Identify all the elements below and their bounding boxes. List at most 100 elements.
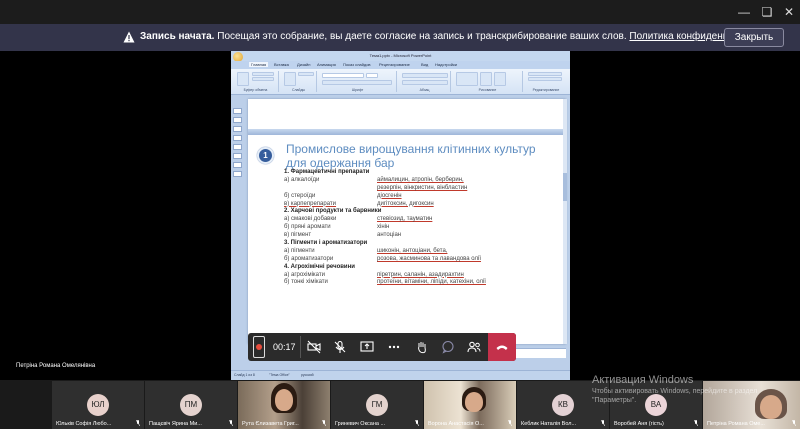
ppt-tab[interactable]: Главная bbox=[249, 62, 269, 67]
more-options-button[interactable] bbox=[380, 333, 408, 361]
shapes-gallery[interactable] bbox=[456, 72, 478, 86]
participant-name: Воробей Аня (гість) bbox=[614, 421, 664, 427]
ppt-tab[interactable]: Анимация bbox=[317, 62, 336, 67]
list-item: б) ароматизатори розова, жасминова та лав… bbox=[284, 255, 481, 262]
hang-up-icon bbox=[496, 345, 508, 350]
participant-video-face bbox=[465, 392, 483, 412]
ribbon-group-editing: Редактирование bbox=[525, 71, 567, 92]
mic-muted-icon bbox=[322, 420, 326, 426]
ppt-tab[interactable]: Вставка bbox=[274, 62, 289, 67]
avatar: ГМ bbox=[366, 394, 388, 416]
replace-button[interactable] bbox=[528, 77, 562, 81]
hand-icon bbox=[418, 342, 426, 354]
mic-muted-icon bbox=[508, 420, 512, 426]
list-item: резерпін, вінкристин, вінбластин bbox=[377, 184, 468, 191]
banner-text: Запись начата. Посещая это собрание, вы … bbox=[140, 31, 777, 42]
participants-button[interactable] bbox=[460, 333, 488, 361]
slide-thumbnail[interactable] bbox=[233, 126, 242, 132]
slide-thumbnail[interactable] bbox=[233, 135, 242, 141]
avatar: ЮЛ bbox=[87, 394, 109, 416]
ppt-ribbon: Буфер обмена Слайды Шрифт Абзац Рисовани… bbox=[231, 69, 570, 95]
list-item: а) пігменти шиконін, антоціани, бета, bbox=[284, 247, 448, 254]
avatar: КВ bbox=[552, 394, 574, 416]
list-item: б) стероїди діосгенін bbox=[284, 192, 402, 199]
maximize-icon[interactable]: ❏ bbox=[759, 4, 775, 20]
meeting-timer: 00:17 bbox=[273, 342, 296, 352]
section-heading: 3. Пігменти і ароматизатори bbox=[284, 240, 368, 247]
slide-thumbnail[interactable] bbox=[233, 108, 242, 114]
chat-icon bbox=[442, 340, 454, 354]
ppt-tab[interactable]: Рецензирование bbox=[379, 62, 410, 67]
font-family-select[interactable] bbox=[322, 73, 364, 78]
shared-screen: Тема1.pptx - Microsoft PowerPoint Главна… bbox=[231, 51, 570, 380]
list-item: а) агрохімікати піретрин, саланін, азадир… bbox=[284, 271, 464, 278]
raise-hand-button[interactable] bbox=[408, 333, 436, 361]
participant-name: Петріна Романа Оме... bbox=[707, 421, 765, 427]
status-theme: "Тема Office" bbox=[269, 373, 290, 377]
arrange-button[interactable] bbox=[480, 72, 492, 86]
paragraph-buttons[interactable] bbox=[402, 73, 448, 78]
font-format-buttons[interactable] bbox=[322, 80, 392, 85]
close-banner-button[interactable]: Закрыть bbox=[724, 28, 784, 47]
scrollbar-thumb[interactable] bbox=[563, 173, 567, 201]
participant-video-tile[interactable]: Рута Єлизавета Григ... bbox=[238, 381, 330, 429]
activation-title: Активация Windows bbox=[592, 374, 694, 386]
camera-off-button[interactable] bbox=[300, 333, 328, 361]
quick-styles-button[interactable] bbox=[494, 72, 506, 86]
participant-name: Кеблик Наталія Вол... bbox=[521, 421, 577, 427]
font-size-select[interactable] bbox=[366, 73, 378, 78]
ppt-tab[interactable]: Показ слайдов bbox=[343, 62, 371, 67]
mic-off-button[interactable] bbox=[326, 333, 354, 361]
cut-button[interactable] bbox=[252, 72, 274, 76]
leave-call-button[interactable] bbox=[488, 333, 516, 361]
paste-button[interactable] bbox=[237, 72, 249, 86]
slide-scrollbar[interactable] bbox=[563, 99, 567, 344]
list-item: б) тонкі хімікати протеїни, вітаміни, ліп… bbox=[284, 279, 486, 286]
banner-title: Запись начата. bbox=[140, 31, 215, 42]
list-item: а) смакові добавки стевіозид, тауматин bbox=[284, 216, 433, 223]
slide-thumbnail[interactable] bbox=[233, 144, 242, 150]
participant-video-tile[interactable]: Ворона Анастасія О... bbox=[424, 381, 516, 429]
mic-muted-icon bbox=[136, 420, 140, 426]
participant-name: Рута Єлизавета Григ... bbox=[242, 421, 299, 427]
ribbon-group-paragraph: Абзац bbox=[399, 71, 451, 92]
slide-thumbnail[interactable] bbox=[233, 162, 242, 168]
share-screen-button[interactable] bbox=[353, 333, 381, 361]
align-buttons[interactable] bbox=[402, 80, 448, 85]
warning-icon bbox=[123, 31, 135, 43]
minimize-icon[interactable]: — bbox=[736, 4, 752, 20]
close-icon[interactable]: ✕ bbox=[781, 4, 797, 20]
mic-off-icon bbox=[334, 340, 346, 353]
layout-button[interactable] bbox=[298, 72, 314, 76]
new-slide-button[interactable] bbox=[284, 72, 296, 86]
slide-thumbnail[interactable] bbox=[233, 117, 242, 123]
activation-subtitle: Чтобы активировать Windows, перейдите в … bbox=[592, 388, 758, 404]
current-slide[interactable]: 1 Промислове вирощування клітинних культ… bbox=[248, 99, 566, 344]
copy-button[interactable] bbox=[252, 77, 274, 81]
section-heading: 4. Агрохімічні речовини bbox=[284, 263, 355, 270]
mic-muted-icon bbox=[601, 420, 605, 426]
ribbon-group-label: Слайды bbox=[291, 88, 306, 92]
recording-banner: Запись начата. Посещая это собрание, вы … bbox=[0, 24, 800, 51]
windows-activation-watermark: Активация Windows Чтобы активировать Win… bbox=[592, 374, 792, 405]
mic-muted-icon bbox=[694, 420, 698, 426]
ribbon-group-drawing: Рисование bbox=[453, 71, 523, 92]
ribbon-group-label: Буфер обмена bbox=[243, 88, 268, 92]
participant-name: Гриневич Оксана ... bbox=[335, 421, 386, 427]
list-item: в) пігмент антоціан bbox=[284, 232, 402, 239]
participant-tile[interactable]: ГМ Гриневич Оксана ... bbox=[331, 381, 423, 429]
chat-button[interactable] bbox=[434, 333, 462, 361]
mic-muted-icon bbox=[415, 420, 419, 426]
more-icon bbox=[388, 345, 400, 349]
ppt-tab[interactable]: Надстройки bbox=[435, 62, 457, 67]
ribbon-group-font: Шрифт bbox=[319, 71, 397, 92]
recording-indicator[interactable] bbox=[253, 336, 265, 358]
slide-thumbnail[interactable] bbox=[233, 171, 242, 177]
ppt-tab[interactable]: Вид bbox=[421, 62, 428, 67]
participant-tile[interactable]: ПМ Пащєвіч Ярина Ми... bbox=[145, 381, 237, 429]
find-button[interactable] bbox=[528, 72, 562, 76]
participant-tile[interactable]: ЮЛ Юльків Софія Любо... bbox=[52, 381, 144, 429]
ribbon-group-clipboard: Буфер обмена bbox=[233, 71, 279, 92]
ppt-tab[interactable]: Дизайн bbox=[297, 62, 310, 67]
slide-thumbnail[interactable] bbox=[233, 153, 242, 159]
